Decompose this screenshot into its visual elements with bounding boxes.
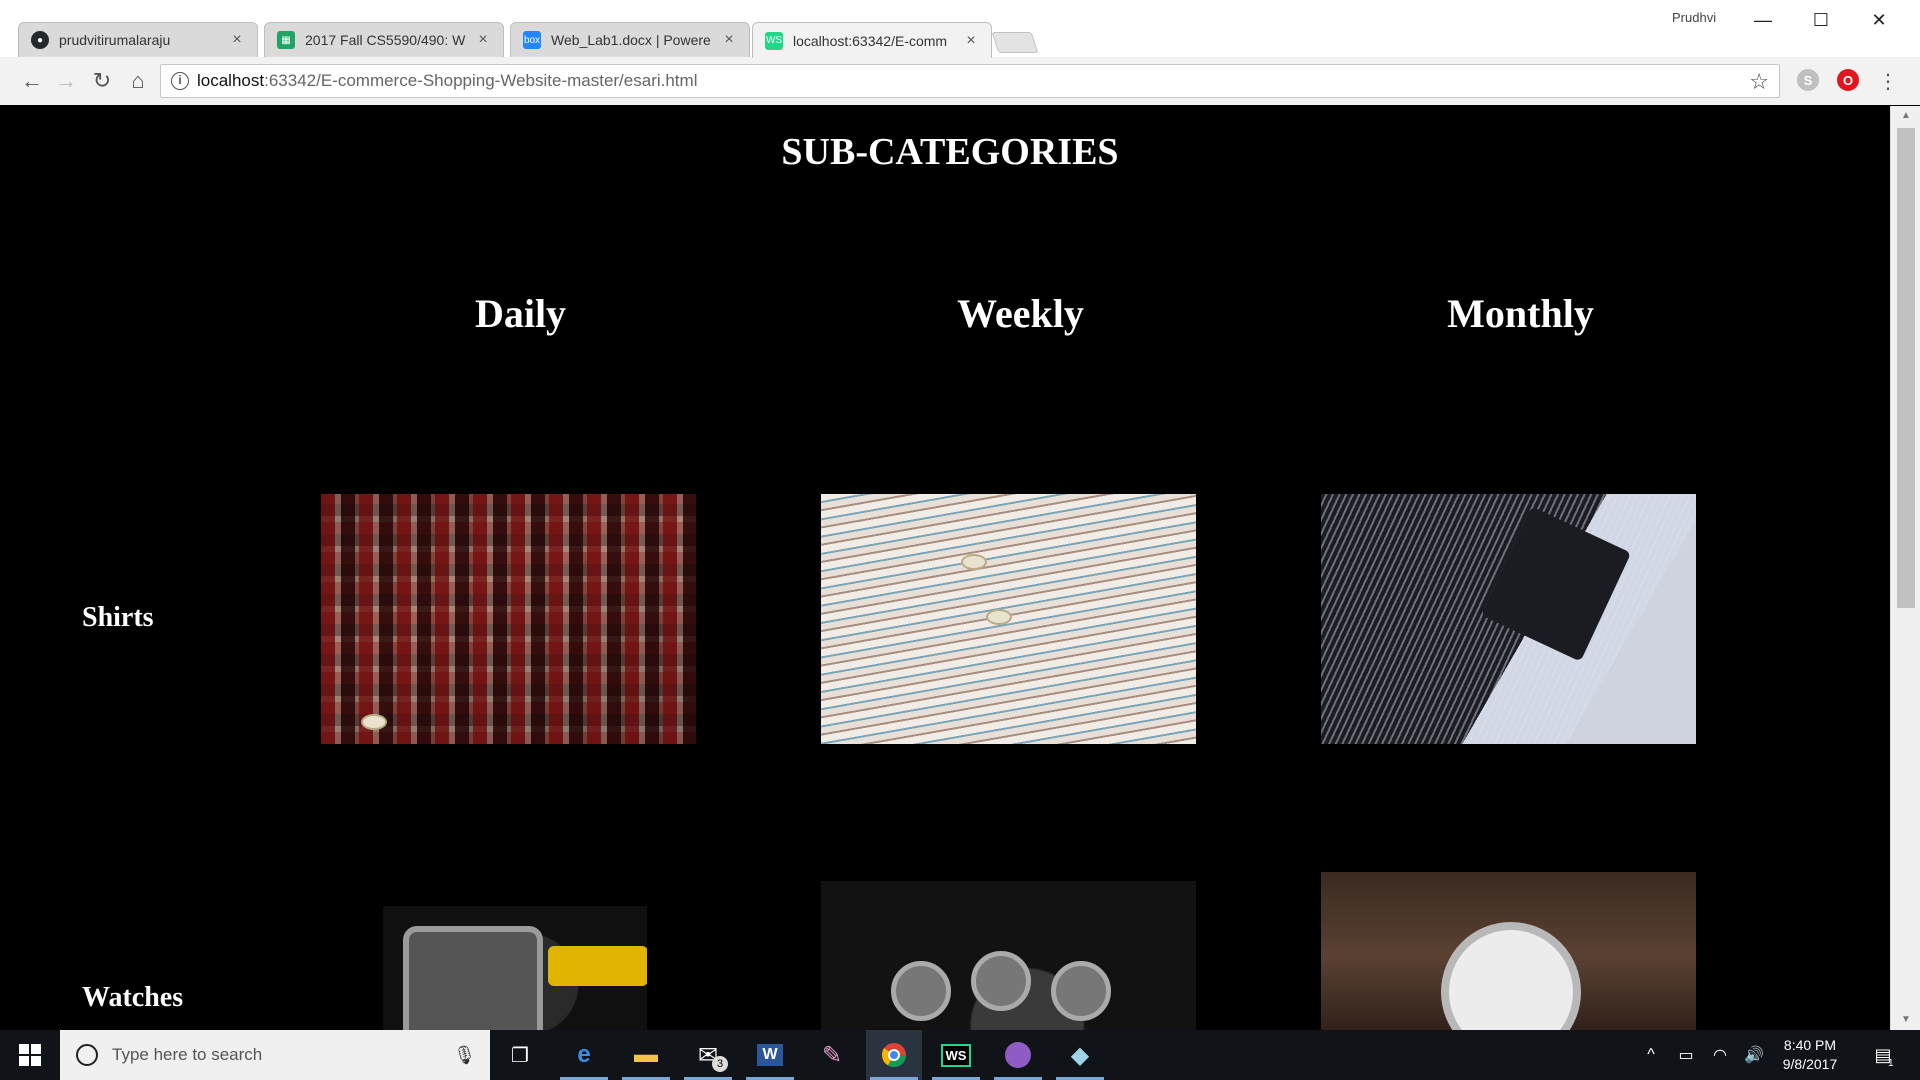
address-bar[interactable]: i localhost:63342/E-commerce-Shopping-We… xyxy=(160,64,1780,98)
chrome-icon[interactable] xyxy=(866,1030,922,1080)
search-placeholder: Type here to search xyxy=(112,1045,263,1064)
mail-badge: 3 xyxy=(712,1056,728,1072)
close-tab-icon[interactable]: × xyxy=(721,31,737,49)
shirt-button-shape xyxy=(961,554,987,570)
info-icon[interactable]: i xyxy=(171,72,189,90)
chronograph-watch-image[interactable] xyxy=(383,906,647,1030)
edge-icon[interactable]: e xyxy=(556,1030,612,1080)
cortana-icon xyxy=(76,1044,98,1066)
reload-icon[interactable]: ↻ xyxy=(88,67,116,95)
dark-shirt-image[interactable] xyxy=(1321,494,1696,744)
browser-chrome: ● prudvitirumalaraju × ▦ 2017 Fall CS559… xyxy=(0,0,1920,105)
page-scrollbar[interactable]: ▲ ▼ xyxy=(1890,106,1920,1030)
mail-icon[interactable]: ✉ 3 xyxy=(680,1030,736,1080)
profile-name[interactable]: Prudhvi xyxy=(1672,10,1716,25)
column-heading-monthly: Monthly xyxy=(1447,291,1594,336)
menu-icon[interactable]: ⋮ xyxy=(1874,67,1902,95)
leather-watch-image[interactable] xyxy=(1321,872,1696,1030)
taskbar-search-box[interactable]: Type here to search 🎙 xyxy=(60,1030,490,1080)
clock-time: 8:40 PM xyxy=(1783,1037,1837,1053)
column-heading-daily: Daily xyxy=(474,291,567,336)
minimize-icon[interactable]: — xyxy=(1740,6,1786,34)
github-desktop-icon[interactable] xyxy=(990,1030,1046,1080)
opera-extension-icon[interactable]: O xyxy=(1837,69,1859,91)
new-tab-button[interactable] xyxy=(991,32,1039,53)
github-icon: ● xyxy=(31,31,49,49)
paint-icon[interactable]: ✎ xyxy=(804,1030,860,1080)
notifications-icon[interactable]: ▤ 1 xyxy=(1858,1030,1908,1080)
battery-icon[interactable]: ▭ xyxy=(1672,1030,1700,1080)
wifi-icon[interactable]: ◠ xyxy=(1706,1030,1734,1080)
tie-shape xyxy=(1480,506,1632,662)
multi-dial-watch-image[interactable] xyxy=(821,881,1196,1030)
windows-taskbar: Type here to search 🎙 ❐ e ▬ ✉ 3 W ✎ WS ◆ … xyxy=(0,1030,1920,1080)
plaid-shirt-image[interactable] xyxy=(321,494,696,744)
tab-title: localhost:63342/E-comm xyxy=(793,32,948,49)
tab-github[interactable]: ● prudvitirumalaraju × xyxy=(18,22,258,57)
skype-extension-icon[interactable]: S xyxy=(1797,69,1819,91)
close-tab-icon[interactable]: × xyxy=(229,31,245,49)
scrollbar-thumb[interactable] xyxy=(1897,128,1915,608)
page-title: SUB-CATEGORIES xyxy=(781,131,1119,173)
watch-dial-shape xyxy=(1051,961,1111,1021)
home-icon[interactable]: ⌂ xyxy=(124,67,152,95)
striped-shirt-image[interactable] xyxy=(821,494,1196,744)
volume-icon[interactable]: 🔊 xyxy=(1740,1030,1768,1080)
windows-start-icon[interactable] xyxy=(0,1030,60,1080)
shirt-button-shape xyxy=(986,609,1012,625)
sheets-icon: ▦ xyxy=(277,31,295,49)
shirt-button-shape xyxy=(361,714,387,730)
webstorm-taskbar-icon[interactable]: WS xyxy=(928,1030,984,1080)
watch-dial-shape xyxy=(891,961,951,1021)
tab-title: prudvitirumalaraju xyxy=(59,32,171,48)
tab-title: 2017 Fall CS5590/490: W xyxy=(305,32,466,48)
scroll-up-icon[interactable]: ▲ xyxy=(1891,106,1920,126)
close-window-icon[interactable]: ✕ xyxy=(1856,6,1902,34)
app-icon[interactable]: ◆ xyxy=(1052,1030,1108,1080)
microphone-icon[interactable]: 🎙 xyxy=(453,1045,476,1066)
url-host: localhost xyxy=(197,71,265,90)
forward-icon[interactable]: → xyxy=(52,67,80,95)
tab-strip: ● prudvitirumalaraju × ▦ 2017 Fall CS559… xyxy=(0,0,1920,58)
close-tab-icon[interactable]: × xyxy=(963,32,979,50)
page-content: SUB-CATEGORIES Daily Weekly Monthly Shir… xyxy=(10,106,1890,1030)
show-hidden-icons[interactable]: ^ xyxy=(1638,1030,1664,1080)
notification-count: 1 xyxy=(1888,1058,1894,1069)
maximize-icon[interactable]: ☐ xyxy=(1798,6,1844,34)
clock-date: 9/8/2017 xyxy=(1782,1056,1838,1072)
task-view-icon[interactable]: ❐ xyxy=(492,1030,548,1080)
back-icon[interactable]: ← xyxy=(18,67,46,95)
word-icon[interactable]: W xyxy=(742,1030,798,1080)
tab-localhost[interactable]: WS localhost:63342/E-comm × xyxy=(752,22,992,58)
tab-box[interactable]: box Web_Lab1.docx | Powere × xyxy=(510,22,750,57)
webstorm-icon: WS xyxy=(765,31,783,50)
tab-sheets[interactable]: ▦ 2017 Fall CS5590/490: W × xyxy=(264,22,504,57)
column-heading-weekly: Weekly xyxy=(957,291,1084,336)
file-explorer-icon[interactable]: ▬ xyxy=(618,1030,674,1080)
watch-case-shape xyxy=(403,926,543,1030)
scroll-down-icon[interactable]: ▼ xyxy=(1891,1010,1920,1030)
taskbar-clock[interactable]: 8:40 PM 9/8/2017 xyxy=(1770,1036,1850,1074)
watch-dial-shape xyxy=(1441,922,1581,1030)
box-icon: box xyxy=(523,31,541,49)
row-heading-watches: Watches xyxy=(82,982,184,1013)
browser-toolbar: ← → ↻ ⌂ i localhost:63342/E-commerce-Sho… xyxy=(0,57,1920,105)
tab-title: Web_Lab1.docx | Powere xyxy=(551,32,711,48)
url-path: :63342/E-commerce-Shopping-Website-maste… xyxy=(264,71,698,90)
close-tab-icon[interactable]: × xyxy=(475,31,491,49)
row-heading-shirts: Shirts xyxy=(82,602,154,633)
watch-strap-shape xyxy=(548,946,647,986)
bookmark-star-icon[interactable]: ☆ xyxy=(1749,69,1769,95)
watch-dial-shape xyxy=(971,951,1031,1011)
